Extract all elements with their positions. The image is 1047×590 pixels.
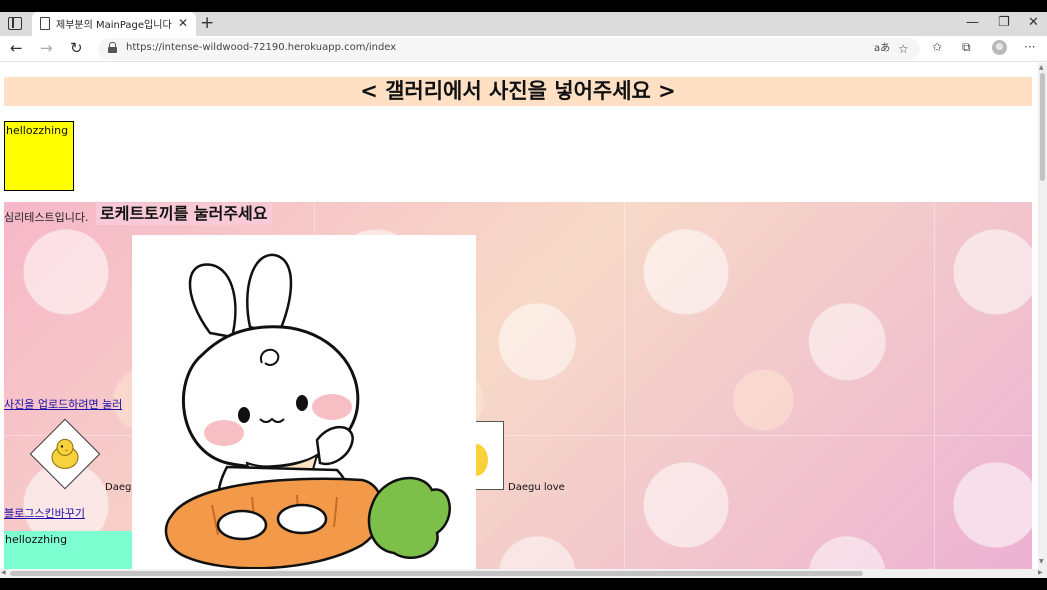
minimize-icon[interactable]: — bbox=[966, 16, 979, 30]
vertical-scroll-thumb[interactable] bbox=[1040, 73, 1045, 181]
chick-image-right[interactable] bbox=[476, 421, 504, 490]
horizontal-scroll-thumb[interactable] bbox=[10, 571, 863, 576]
profile-icon[interactable] bbox=[992, 40, 1007, 55]
top-border bbox=[0, 0, 1047, 12]
mint-box: hellozzhing bbox=[4, 531, 132, 569]
daegu-caption-left: Daeg bbox=[105, 482, 132, 493]
tab-title: 제부분의 MainPage입니다 bbox=[56, 20, 172, 31]
more-icon[interactable]: ··· bbox=[1024, 40, 1035, 54]
horizontal-scrollbar[interactable]: ◀ ▶ bbox=[0, 569, 1047, 578]
scroll-right-icon[interactable]: ▶ bbox=[1038, 569, 1043, 576]
chick-icon-partial bbox=[476, 444, 488, 476]
address-bar: ← → ↻ https://intense-wildwood-72190.her… bbox=[0, 36, 1047, 62]
rocket-rabbit-image[interactable] bbox=[132, 235, 476, 569]
rabbit-illustration bbox=[164, 253, 451, 569]
rocket-label: 로케트토끼를 눌러주세요 bbox=[96, 203, 272, 225]
plus-icon[interactable]: + bbox=[200, 14, 214, 32]
vertical-scrollbar[interactable]: ▲ ▼ bbox=[1038, 63, 1047, 569]
url-field[interactable]: https://intense-wildwood-72190.herokuapp… bbox=[98, 38, 920, 60]
window-close-icon[interactable]: ✕ bbox=[1028, 16, 1039, 30]
close-icon[interactable]: ✕ bbox=[178, 16, 188, 30]
upload-photo-link[interactable]: 사진을 업로드하려면 눌러 bbox=[4, 396, 131, 412]
bottom-border bbox=[0, 578, 1047, 590]
psych-test-text: 심리테스트입니다. bbox=[4, 211, 89, 224]
screen: 제부분의 MainPage입니다 ✕ + — ❐ ✕ ← → ↻ https:/… bbox=[0, 0, 1047, 590]
scroll-left-icon[interactable]: ◀ bbox=[1, 569, 6, 576]
lock-icon[interactable] bbox=[108, 42, 117, 53]
tile-seam bbox=[934, 202, 935, 569]
sidebar-toggle-icon[interactable] bbox=[8, 17, 22, 30]
read-aloud-icon[interactable]: aあ bbox=[874, 42, 890, 56]
page-icon bbox=[40, 17, 50, 30]
yellow-box: hellozzhing bbox=[4, 121, 74, 191]
refresh-icon[interactable]: ↻ bbox=[70, 40, 83, 56]
scroll-down-icon[interactable]: ▼ bbox=[1039, 558, 1044, 565]
forward-icon[interactable]: → bbox=[40, 40, 53, 56]
add-favorite-icon[interactable]: ☆ bbox=[898, 42, 909, 56]
url-text[interactable]: https://intense-wildwood-72190.herokuapp… bbox=[126, 42, 396, 53]
favorites-icon[interactable]: ✩ bbox=[932, 40, 942, 54]
back-icon[interactable]: ← bbox=[10, 40, 23, 56]
collections-icon[interactable]: ⧉ bbox=[962, 40, 971, 54]
tab-mainpage[interactable]: 제부분의 MainPage입니다 ✕ bbox=[32, 12, 196, 36]
restore-icon[interactable]: ❐ bbox=[998, 16, 1010, 30]
daegu-caption-right: Daegu love bbox=[508, 482, 565, 493]
tab-strip: 제부분의 MainPage입니다 ✕ + — ❐ ✕ bbox=[0, 12, 1047, 36]
scroll-up-icon[interactable]: ▲ bbox=[1039, 64, 1044, 71]
gallery-header: < 갤러리에서 사진을 넣어주세요 > bbox=[4, 77, 1032, 106]
tile-seam bbox=[624, 202, 625, 569]
blog-skin-link[interactable]: 블로그스킨바꾸기 bbox=[4, 505, 85, 521]
page-viewport: < 갤러리에서 사진을 넣어주세요 > hellozzhing 심리테스트입니다… bbox=[0, 63, 1038, 569]
